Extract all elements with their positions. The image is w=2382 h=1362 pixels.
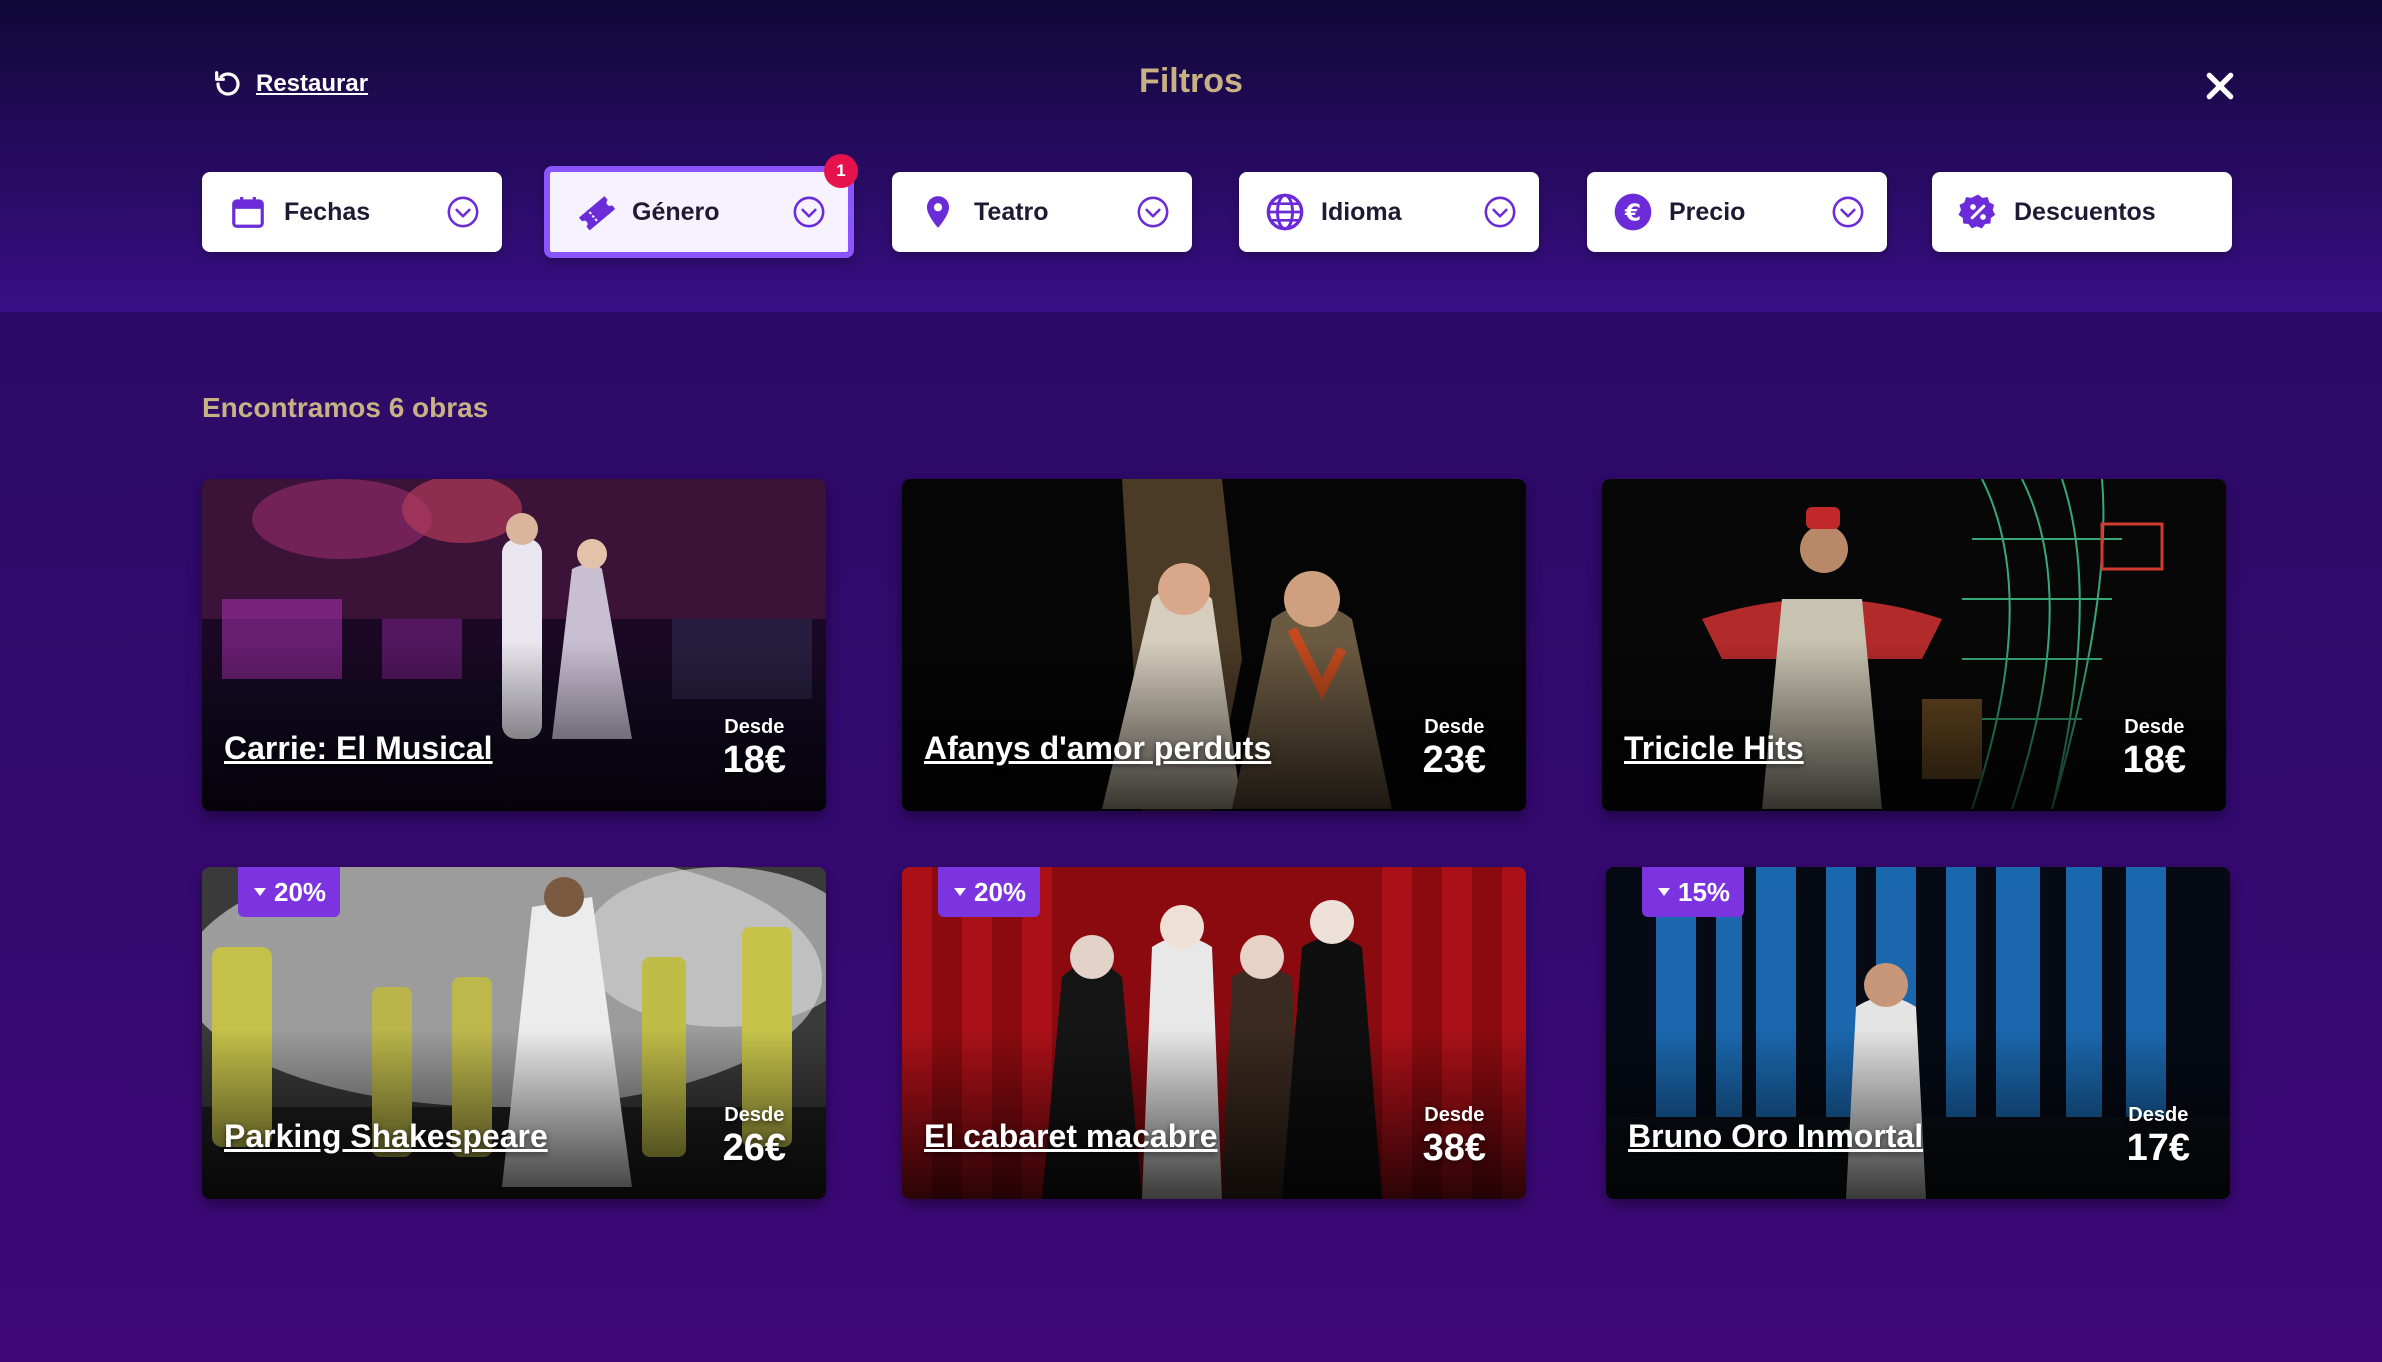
- price-from-label: Desde: [2124, 716, 2185, 738]
- close-button[interactable]: [2196, 62, 2244, 110]
- price-amount: 17€: [2126, 1127, 2190, 1169]
- show-card-bruno-oro[interactable]: 15% Bruno Oro Inmortal Desde 17€: [1606, 867, 2230, 1199]
- discount-value: 20%: [974, 876, 1027, 907]
- filters-header: Restaurar Filtros Fechas Género 1 Teatro…: [0, 0, 2382, 312]
- price-from-label: Desde: [1424, 1104, 1485, 1126]
- chevron-down-icon: [1484, 196, 1516, 228]
- show-card-carrie[interactable]: Carrie: El Musical Desde 18€: [202, 479, 826, 811]
- chevron-down-icon: [447, 196, 479, 228]
- chevron-down-icon: [1137, 196, 1169, 228]
- chevron-down-icon: [1832, 196, 1864, 228]
- euro-icon: €: [1613, 192, 1653, 232]
- show-title[interactable]: Carrie: El Musical: [224, 730, 493, 767]
- show-card-parking-shakespeare[interactable]: 20% Parking Shakespeare Desde 26€: [202, 867, 826, 1199]
- restore-button[interactable]: Restaurar: [212, 66, 368, 102]
- down-arrow-icon: [254, 888, 266, 896]
- price-amount: 18€: [2122, 739, 2186, 781]
- price-block: Desde 18€: [2123, 716, 2186, 781]
- filter-descuentos-label: Descuentos: [2014, 197, 2156, 226]
- filter-teatro-label: Teatro: [974, 197, 1049, 226]
- price-amount: 23€: [1422, 739, 1486, 781]
- show-title[interactable]: Tricicle Hits: [1624, 730, 1804, 767]
- filter-bar: Fechas Género 1 Teatro Idioma € Precio D…: [202, 154, 2232, 258]
- discount-badge: 20%: [938, 867, 1041, 917]
- discount-value: 15%: [1678, 876, 1731, 907]
- filter-idioma-label: Idioma: [1321, 197, 1402, 226]
- ticket-icon: [576, 192, 616, 232]
- show-title[interactable]: Bruno Oro Inmortal: [1628, 1118, 1923, 1155]
- filter-descuentos-button[interactable]: Descuentos: [1932, 172, 2232, 252]
- price-block: Desde 18€: [723, 716, 786, 781]
- show-card-tricicle[interactable]: Tricicle Hits Desde 18€: [1602, 479, 2226, 811]
- filter-fechas-label: Fechas: [284, 197, 371, 226]
- calendar-icon: [228, 192, 268, 232]
- close-icon: [2206, 72, 2234, 100]
- filter-genero-label: Género: [632, 197, 720, 226]
- show-title[interactable]: Afanys d'amor perduts: [924, 730, 1271, 767]
- discount-badge-icon: [1958, 192, 1998, 232]
- discount-badge: 20%: [238, 867, 341, 917]
- filter-idioma-button[interactable]: Idioma: [1239, 172, 1539, 252]
- filter-precio-label: Precio: [1669, 197, 1746, 226]
- chevron-down-icon: [793, 196, 825, 228]
- filter-fechas-button[interactable]: Fechas: [202, 172, 502, 252]
- down-arrow-icon: [954, 888, 966, 896]
- price-from-label: Desde: [724, 1104, 785, 1126]
- show-title[interactable]: Parking Shakespeare: [224, 1118, 548, 1155]
- location-pin-icon: [918, 192, 958, 232]
- price-amount: 18€: [722, 739, 786, 781]
- down-arrow-icon: [1658, 888, 1670, 896]
- price-block: Desde 26€: [723, 1104, 786, 1169]
- discount-badge: 15%: [1642, 867, 1745, 917]
- price-block: Desde 23€: [1423, 716, 1486, 781]
- show-card-afanys[interactable]: Afanys d'amor perduts Desde 23€: [902, 479, 1526, 811]
- price-amount: 26€: [722, 1127, 786, 1169]
- restore-label: Restaurar: [256, 70, 369, 97]
- price-block: Desde 38€: [1423, 1104, 1486, 1169]
- filter-precio-button[interactable]: € Precio: [1587, 172, 1887, 252]
- restore-icon: [215, 71, 240, 96]
- filter-genero-button[interactable]: Género 1: [544, 154, 858, 258]
- price-amount: 38€: [1422, 1127, 1486, 1169]
- price-from-label: Desde: [2128, 1104, 2189, 1126]
- discount-value: 20%: [274, 876, 327, 907]
- svg-text:€: €: [1624, 198, 1641, 226]
- price-block: Desde 17€: [2127, 1104, 2190, 1169]
- price-from-label: Desde: [724, 716, 785, 738]
- show-card-cabaret-macabre[interactable]: 20% El cabaret macabre Desde 38€: [902, 867, 1526, 1199]
- results-count: Encontramos 6 obras: [202, 392, 489, 423]
- show-title[interactable]: El cabaret macabre: [924, 1118, 1218, 1155]
- price-from-label: Desde: [1424, 716, 1485, 738]
- filter-teatro-button[interactable]: Teatro: [892, 172, 1192, 252]
- filter-count-badge: 1: [824, 154, 858, 188]
- globe-icon: [1265, 192, 1305, 232]
